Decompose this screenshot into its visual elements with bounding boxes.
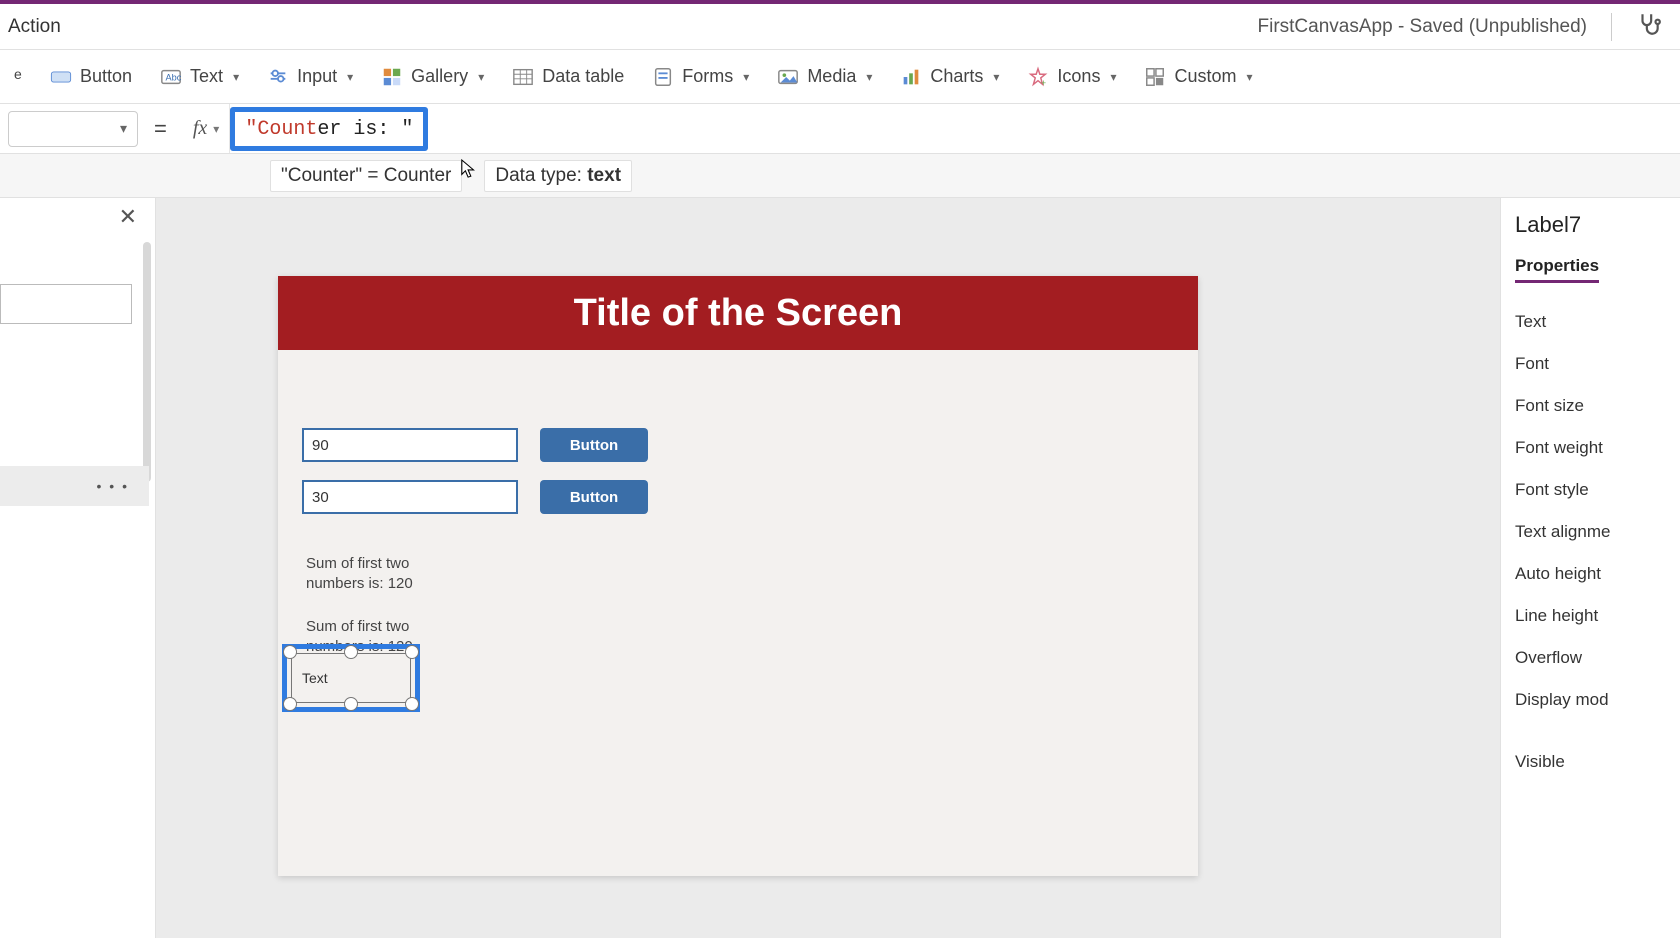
gallery-icon: [381, 66, 403, 88]
ribbon-media-label: Media: [807, 66, 856, 87]
prop-text-alignment[interactable]: Text alignme: [1515, 511, 1680, 553]
properties-panel: Label7 Properties Text Font Font size Fo…: [1500, 198, 1680, 938]
prop-font[interactable]: Font: [1515, 343, 1680, 385]
row-2: 30 Button: [302, 480, 1198, 514]
ribbon-gallery[interactable]: Gallery ▾: [381, 66, 484, 88]
app-checker-icon[interactable]: [1636, 11, 1662, 43]
resize-handle[interactable]: [405, 697, 419, 711]
ribbon-charts[interactable]: Charts ▾: [900, 66, 999, 88]
ribbon-custom[interactable]: Custom ▾: [1144, 66, 1252, 88]
datatable-icon: [512, 66, 534, 88]
row-1: 90 Button: [302, 428, 1198, 462]
insert-ribbon: el Button Abc Text ▾ Input ▾ Gallery ▾ D…: [0, 50, 1680, 104]
chevron-down-icon: ▾: [866, 70, 872, 84]
ribbon-input-label: Input: [297, 66, 337, 87]
text-input-2[interactable]: 30: [302, 480, 518, 514]
resize-handle[interactable]: [405, 645, 419, 659]
ribbon-input[interactable]: Input ▾: [267, 66, 353, 88]
chevron-down-icon: ▾: [1247, 70, 1253, 84]
close-icon[interactable]: ✕: [119, 204, 137, 230]
button-1[interactable]: Button: [540, 428, 648, 462]
icons-icon: +: [1027, 66, 1049, 88]
chevron-down-icon: ▾: [478, 70, 484, 84]
prop-line-height[interactable]: Line height: [1515, 595, 1680, 637]
app-screen[interactable]: Title of the Screen 90 Button 30 Button …: [278, 276, 1198, 876]
divider: [1611, 13, 1612, 41]
text-input-1[interactable]: 90: [302, 428, 518, 462]
prop-text[interactable]: Text: [1515, 301, 1680, 343]
tree-view-panel: ✕ • • •: [0, 198, 156, 938]
chevron-down-icon: ▾: [120, 120, 127, 137]
fx-button[interactable]: fx ▾: [183, 104, 230, 153]
chevron-down-icon: ▾: [347, 70, 353, 84]
intellisense-suggestion[interactable]: "Counter" = Counter: [270, 160, 462, 192]
more-icon[interactable]: • • •: [97, 478, 129, 494]
ribbon-text-label: Text: [190, 66, 223, 87]
ribbon-forms[interactable]: Forms ▾: [652, 66, 749, 88]
svg-text:Abc: Abc: [166, 72, 182, 82]
ribbon-cut-label: el: [14, 66, 22, 88]
selected-element-name: Label7: [1515, 212, 1680, 238]
title-bar: Action FirstCanvasApp - Saved (Unpublish…: [0, 4, 1680, 50]
prop-display-mode[interactable]: Display mod: [1515, 679, 1680, 721]
ribbon-text[interactable]: Abc Text ▾: [160, 66, 239, 88]
tab-properties[interactable]: Properties: [1515, 256, 1599, 283]
resize-handle[interactable]: [344, 697, 358, 711]
menu-action[interactable]: Action: [8, 16, 61, 38]
scrollbar[interactable]: [143, 242, 151, 482]
formula-text: "Counter is: ": [245, 118, 413, 141]
ribbon-forms-label: Forms: [682, 66, 733, 87]
prop-font-weight[interactable]: Font weight: [1515, 427, 1680, 469]
prop-overflow[interactable]: Overflow: [1515, 637, 1680, 679]
prop-font-size[interactable]: Font size: [1515, 385, 1680, 427]
chevron-down-icon: ▾: [1110, 70, 1116, 84]
charts-icon: [900, 66, 922, 88]
tree-item-selected[interactable]: • • •: [0, 466, 149, 506]
text-icon: Abc: [160, 66, 182, 88]
app-status-text: FirstCanvasApp - Saved (Unpublished): [1258, 16, 1588, 38]
screen-title-label: Title of the Screen: [278, 276, 1198, 350]
prop-visible[interactable]: Visible: [1515, 741, 1680, 783]
button-icon: [50, 66, 72, 88]
formula-bar: ▾ = fx ▾ "Counter is: ": [0, 104, 1680, 154]
equals-sign: =: [154, 116, 167, 142]
ribbon-gallery-label: Gallery: [411, 66, 468, 87]
datatype-indicator: Data type: text: [484, 160, 632, 192]
chevron-down-icon: ▾: [993, 70, 999, 84]
chevron-down-icon: ▾: [213, 122, 219, 136]
main-area: ✕ • • • Title of the Screen 90 Button 30…: [0, 198, 1680, 938]
custom-icon: [1144, 66, 1166, 88]
formula-highlight: "Counter is: ": [230, 107, 428, 151]
ribbon-button[interactable]: Button: [50, 66, 132, 88]
formula-input[interactable]: "Counter is: ": [230, 104, 1680, 153]
ribbon-datatable[interactable]: Data table: [512, 66, 624, 88]
formula-hint-row: "Counter" = Counter Data type: text: [0, 154, 1680, 198]
fx-label: fx: [193, 117, 207, 140]
ribbon-custom-label: Custom: [1174, 66, 1236, 87]
button-2[interactable]: Button: [540, 480, 648, 514]
chevron-down-icon: ▾: [743, 70, 749, 84]
property-selector[interactable]: ▾: [8, 111, 138, 147]
ribbon-button-label: Button: [80, 66, 132, 87]
prop-auto-height[interactable]: Auto height: [1515, 553, 1680, 595]
input-icon: [267, 66, 289, 88]
tree-search-input[interactable]: [0, 284, 132, 324]
forms-icon: [652, 66, 674, 88]
ribbon-charts-label: Charts: [930, 66, 983, 87]
canvas-area: Title of the Screen 90 Button 30 Button …: [156, 198, 1500, 938]
sum-label-1: Sum of first two numbers is: 120: [306, 554, 466, 595]
svg-text:+: +: [1041, 78, 1046, 88]
selected-label-text: Text: [291, 653, 411, 703]
ribbon-icons[interactable]: + Icons ▾: [1027, 66, 1116, 88]
resize-handle[interactable]: [344, 645, 358, 659]
ribbon-datatable-label: Data table: [542, 66, 624, 87]
ribbon-media[interactable]: Media ▾: [777, 66, 872, 88]
media-icon: [777, 66, 799, 88]
resize-handle[interactable]: [283, 645, 297, 659]
resize-handle[interactable]: [283, 697, 297, 711]
ribbon-icons-label: Icons: [1057, 66, 1100, 87]
selected-label-control[interactable]: Text: [282, 644, 420, 712]
chevron-down-icon: ▾: [233, 70, 239, 84]
prop-font-style[interactable]: Font style: [1515, 469, 1680, 511]
